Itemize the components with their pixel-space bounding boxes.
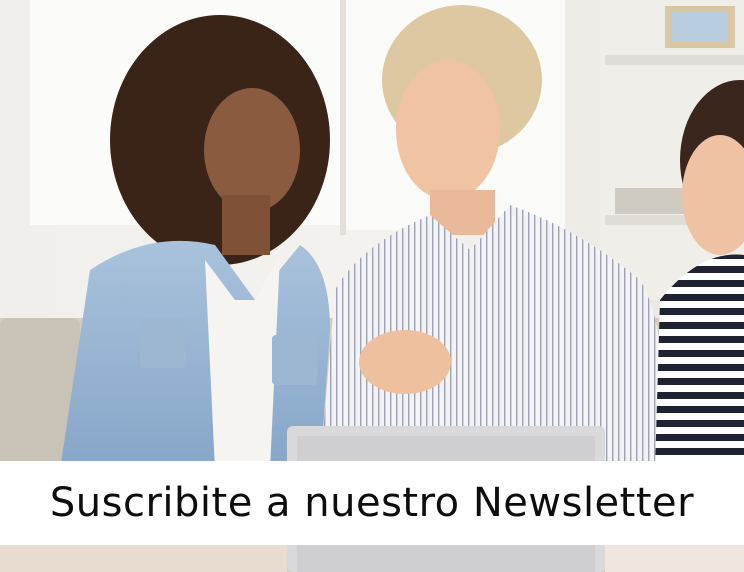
woman-center-face [396,60,500,200]
woman-center-hand [359,330,451,394]
woman-left-face [204,88,300,212]
newsletter-banner[interactable]: Suscribite a nuestro Newsletter [0,0,744,572]
newsletter-caption[interactable]: Suscribite a nuestro Newsletter [50,483,694,523]
caption-bar: Suscribite a nuestro Newsletter [0,461,744,545]
